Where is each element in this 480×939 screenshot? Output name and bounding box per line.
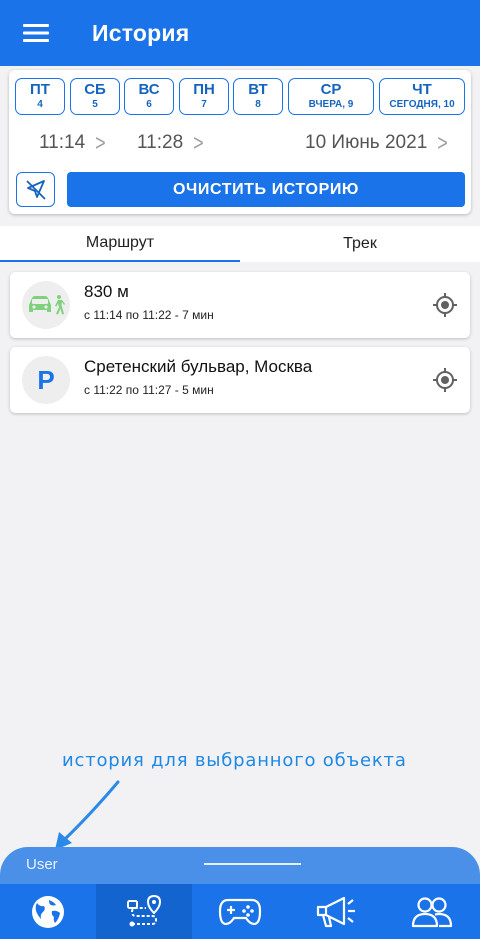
bottom-sheet[interactable]: User <box>0 847 480 887</box>
day-chip-fri[interactable]: ПТ 4 <box>15 78 65 115</box>
day-selector: ПТ 4 СБ 5 ВС 6 ПН 7 ВТ 8 СР ВЧЕРА, 9 ЧТ … <box>15 78 467 116</box>
day-chip-sat[interactable]: СБ 5 <box>70 78 120 115</box>
gamepad-icon <box>218 898 262 925</box>
actions-row: ОЧИСТИТЬ ИСТОРИЮ <box>9 170 471 210</box>
filter-card: ПТ 4 СБ 5 ВС 6 ПН 7 ВТ 8 СР ВЧЕРА, 9 ЧТ … <box>9 70 471 214</box>
end-time-value: 11:28 <box>137 132 184 153</box>
nav-games[interactable] <box>192 884 288 939</box>
tab-track[interactable]: Трек <box>240 226 480 262</box>
page-title: История <box>92 19 190 46</box>
day-name: ПТ <box>30 81 50 98</box>
day-chip-sun[interactable]: ВС 6 <box>124 78 174 115</box>
day-number: 6 <box>146 99 152 110</box>
date-value: 10 Июнь 2021 <box>305 132 428 153</box>
item-subtitle: с 11:22 по 11:27 - 5 мин <box>84 383 214 397</box>
nav-map[interactable] <box>0 884 96 939</box>
crosshair-locate-icon[interactable] <box>432 367 458 393</box>
tab-route[interactable]: Маршрут <box>0 226 240 262</box>
route-history-icon <box>127 894 162 926</box>
day-number: СЕГОДНЯ, 10 <box>389 99 455 110</box>
parking-icon: P <box>22 356 70 404</box>
date-selector[interactable]: 10 Июнь 2021 > <box>305 128 448 158</box>
chevron-right-icon: > <box>437 129 448 156</box>
day-number: 4 <box>37 99 43 110</box>
nav-announcements[interactable] <box>288 884 384 939</box>
sheet-drag-handle[interactable] <box>204 863 301 865</box>
day-name: ВС <box>138 81 160 98</box>
day-number: 7 <box>201 99 207 110</box>
parking-letter: P <box>37 364 55 395</box>
megaphone-icon <box>316 896 355 927</box>
view-tabs: Маршрут Трек <box>0 226 480 262</box>
item-subtitle: с 11:14 по 11:22 - 7 мин <box>84 308 214 322</box>
list-item[interactable]: 830 м с 11:14 по 11:22 - 7 мин <box>10 272 470 338</box>
crosshair-locate-icon[interactable] <box>432 292 458 318</box>
globe-icon <box>32 895 64 928</box>
app-bar: История <box>0 0 480 66</box>
list-item[interactable]: P Сретенский бульвар, Москва с 11:22 по … <box>10 347 470 413</box>
end-time-selector[interactable]: 11:28 > <box>137 128 204 158</box>
item-title: Сретенский бульвар, Москва <box>84 357 313 376</box>
car-walk-icon <box>22 281 70 329</box>
day-number: ВЧЕРА, 9 <box>308 99 354 110</box>
chevron-right-icon: > <box>95 129 106 156</box>
day-name: ЧТ <box>412 81 432 98</box>
clear-history-button[interactable]: ОЧИСТИТЬ ИСТОРИЮ <box>67 172 465 207</box>
location-off-icon <box>25 179 46 200</box>
users-icon <box>411 896 453 927</box>
day-name: ВТ <box>248 81 268 98</box>
start-time-value: 11:14 <box>39 132 86 153</box>
day-name: СР <box>320 81 342 98</box>
day-chip-wed[interactable]: СР ВЧЕРА, 9 <box>288 78 374 115</box>
day-number: 8 <box>255 99 261 110</box>
day-chip-mon[interactable]: ПН 7 <box>179 78 229 115</box>
start-time-selector[interactable]: 11:14 > <box>39 128 106 158</box>
time-range-row: 11:14 > 11:28 > 10 Июнь 2021 > <box>9 128 471 158</box>
day-chip-tue[interactable]: ВТ 8 <box>233 78 283 115</box>
annotation-arrow-icon <box>55 780 120 850</box>
day-chip-thu[interactable]: ЧТ СЕГОДНЯ, 10 <box>379 78 465 115</box>
nav-history[interactable] <box>96 884 192 939</box>
item-title: 830 м <box>84 282 129 301</box>
location-off-button[interactable] <box>16 172 55 207</box>
annotation-text: история для выбранного объекта <box>62 750 407 771</box>
day-name: ПН <box>193 81 215 98</box>
chevron-right-icon: > <box>193 129 204 156</box>
user-label: User <box>26 856 58 873</box>
day-number: 5 <box>92 99 98 110</box>
bottom-nav <box>0 884 480 939</box>
hamburger-menu-icon[interactable] <box>0 0 72 66</box>
nav-users[interactable] <box>384 884 480 939</box>
day-name: СБ <box>84 81 106 98</box>
